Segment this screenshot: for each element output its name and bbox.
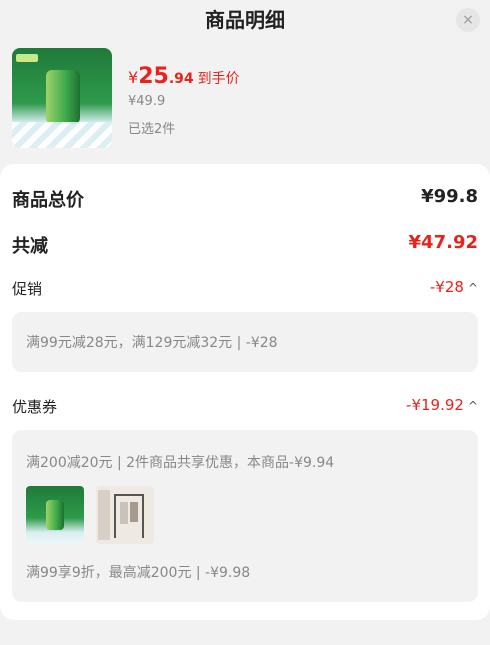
- total-reduce-label: 共减: [12, 236, 48, 257]
- page-title: 商品明细: [205, 8, 285, 32]
- product-image: [12, 48, 112, 148]
- product-summary: ¥25.94 到手价 ¥49.9 已选2件: [12, 48, 478, 148]
- promotion-detail-box: 满99元减28元，满129元减32元 | -¥28: [12, 312, 478, 372]
- brand-logo: [16, 54, 38, 62]
- soda-can-icon: [46, 500, 64, 530]
- cloth-icon: [120, 502, 128, 524]
- coupon-value: -¥19.92: [406, 396, 464, 414]
- close-button[interactable]: ×: [456, 8, 480, 32]
- sheet-header: 商品明细 ×: [0, 0, 490, 40]
- soda-drink-thumbnail[interactable]: [26, 486, 84, 544]
- coupon-row[interactable]: 优惠券 -¥19.92 ^: [12, 396, 478, 420]
- coupon-detail-1: 满200减20元 | 2件商品共享优惠，本商品-¥9.94: [26, 455, 335, 471]
- total-reduce-value: ¥47.92: [408, 232, 478, 253]
- price-decimal: .94: [168, 71, 194, 87]
- chevron-up-icon[interactable]: ^: [468, 281, 478, 295]
- total-price-label: 商品总价: [12, 190, 84, 211]
- selected-count: 已选2件: [128, 122, 176, 137]
- close-icon: ×: [462, 12, 474, 28]
- promotion-value-wrap: -¥28 ^: [430, 278, 478, 296]
- final-price: ¥25.94 到手价: [128, 64, 240, 89]
- promotion-row[interactable]: 促销 -¥28 ^: [12, 278, 478, 302]
- promotion-detail: 满99元减28元，满129元减32元 | -¥28: [26, 335, 278, 351]
- cloth-icon: [130, 502, 138, 522]
- price-tag: 到手价: [197, 71, 240, 87]
- chevron-up-icon[interactable]: ^: [468, 399, 478, 413]
- clothes-rack-thumbnail[interactable]: [96, 486, 154, 544]
- coupon-detail-2: 满99享9折，最高减200元 | -¥9.98: [26, 565, 251, 581]
- promotion-label: 促销: [12, 280, 43, 298]
- currency-symbol: ¥: [128, 68, 139, 87]
- rack-frame-icon: [114, 494, 144, 538]
- promotion-value: -¥28: [429, 278, 464, 296]
- total-price-value: ¥99.8: [421, 186, 478, 207]
- detail-panel: 商品总价 ¥99.8 共减 ¥47.92 促销 -¥28 ^ 满99元减28元，满…: [0, 164, 490, 620]
- soda-can-icon: [46, 70, 80, 124]
- coupon-detail-box: 满200减20元 | 2件商品共享优惠，本商品-¥9.94 满99享9折，最高减…: [12, 430, 478, 602]
- total-reduce-row: 共减 ¥47.92: [12, 232, 478, 257]
- ice-decoration: [12, 122, 112, 148]
- total-price-row: 商品总价 ¥99.8: [12, 186, 478, 211]
- original-price: ¥49.9: [128, 94, 166, 109]
- rack-side-decoration: [98, 490, 110, 540]
- coupon-value-wrap: -¥19.92 ^: [406, 396, 478, 414]
- price-integer: 25: [138, 64, 169, 89]
- coupon-label: 优惠券: [12, 398, 58, 416]
